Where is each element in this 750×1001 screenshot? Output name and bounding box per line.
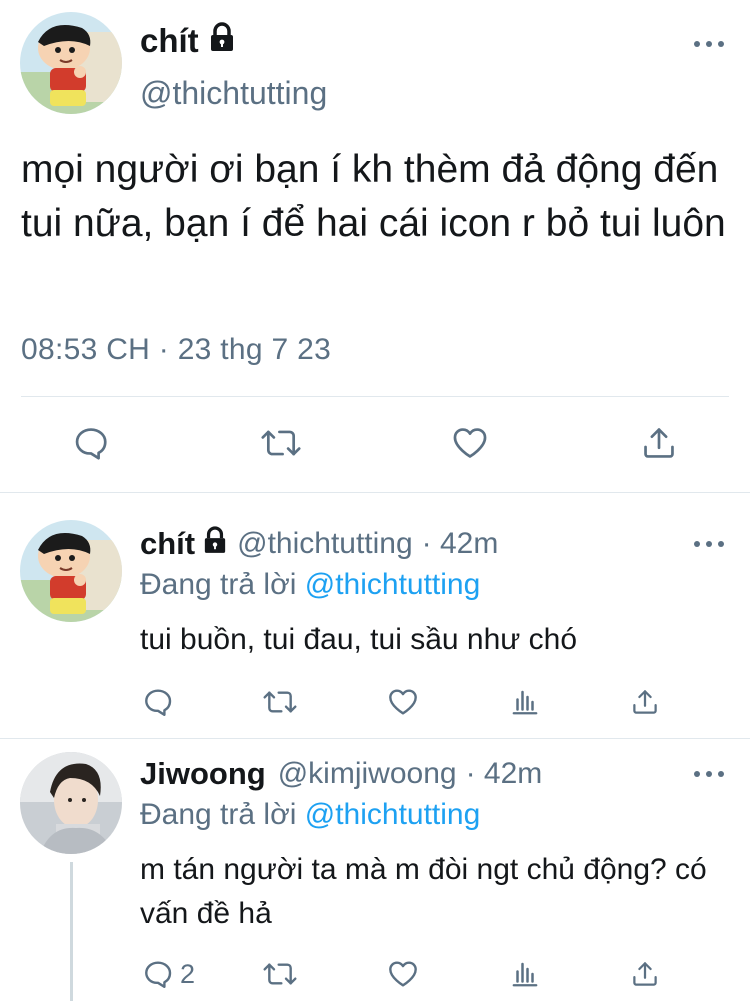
like-icon bbox=[389, 961, 417, 987]
share-icon bbox=[644, 428, 674, 458]
share-button[interactable] bbox=[640, 424, 678, 462]
retweet-icon bbox=[263, 963, 297, 985]
replying-to: Đang trả lời @thichtutting bbox=[140, 798, 480, 832]
more-options-icon[interactable] bbox=[694, 764, 724, 784]
share-button[interactable] bbox=[630, 958, 660, 990]
reply-button[interactable] bbox=[142, 686, 174, 718]
main-author-handle[interactable]: @thichtutting bbox=[140, 75, 327, 112]
reply-author-name[interactable]: Jiwoong bbox=[140, 756, 266, 792]
retweet-icon bbox=[261, 430, 301, 456]
share-icon bbox=[633, 962, 657, 986]
reply-header: chít @thichtutting · 42m bbox=[140, 526, 498, 562]
replying-to-label: Đang trả lời bbox=[140, 798, 297, 831]
share-icon bbox=[633, 690, 657, 714]
cartoon-boy-avatar-icon bbox=[20, 520, 122, 622]
reply-author-name[interactable]: chít bbox=[140, 526, 195, 562]
thread-line bbox=[70, 862, 73, 1001]
replying-to: Đang trả lời @thichtutting bbox=[140, 568, 480, 602]
analytics-icon bbox=[512, 690, 538, 715]
reply-text: tui buồn, tui đau, tui sầu như chó bbox=[140, 623, 578, 656]
reply-author-handle[interactable]: @kimjiwoong bbox=[278, 757, 457, 791]
divider bbox=[0, 738, 750, 739]
reply-avatar[interactable] bbox=[20, 752, 122, 854]
reply-icon bbox=[145, 961, 172, 988]
tweet-timestamp[interactable]: 08:53 CH · 23 thg 7 23 bbox=[21, 333, 331, 367]
like-button[interactable] bbox=[386, 958, 420, 990]
reply-author-handle[interactable]: @thichtutting bbox=[237, 527, 413, 561]
main-author[interactable]: chít bbox=[140, 22, 235, 60]
reply-time[interactable]: · 42m bbox=[422, 527, 499, 561]
cartoon-boy-avatar-icon bbox=[20, 12, 122, 114]
reply-text: m tán người ta mà m đòi ngt chủ động? có… bbox=[140, 853, 707, 930]
replying-to-link[interactable]: @thichtutting bbox=[305, 568, 481, 601]
reply-button[interactable]: 2 bbox=[142, 958, 195, 990]
share-button[interactable] bbox=[630, 686, 660, 718]
lock-icon bbox=[209, 22, 235, 60]
reply-time[interactable]: · 42m bbox=[466, 757, 543, 791]
reply-icon bbox=[145, 689, 172, 716]
person-photo-avatar-icon bbox=[20, 752, 122, 854]
more-options-icon[interactable] bbox=[694, 34, 724, 54]
main-avatar[interactable] bbox=[20, 12, 122, 114]
like-button[interactable] bbox=[450, 424, 490, 462]
like-icon bbox=[389, 689, 417, 715]
main-author-name[interactable]: chít bbox=[140, 22, 199, 60]
lock-icon bbox=[203, 526, 227, 562]
reply-avatar[interactable] bbox=[20, 520, 122, 622]
analytics-icon bbox=[512, 962, 538, 987]
replying-to-label: Đang trả lời bbox=[140, 568, 297, 601]
retweet-button[interactable] bbox=[262, 686, 298, 718]
more-options-icon[interactable] bbox=[694, 534, 724, 554]
retweet-button[interactable] bbox=[260, 424, 302, 462]
analytics-button[interactable] bbox=[510, 958, 540, 990]
retweet-icon bbox=[263, 691, 297, 713]
analytics-button[interactable] bbox=[510, 686, 540, 718]
reply-icon bbox=[75, 428, 107, 460]
reply-button[interactable] bbox=[72, 424, 110, 462]
tweet-text: mọi người ơi bạn í kh thèm đả động đến t… bbox=[21, 148, 726, 245]
retweet-button[interactable] bbox=[262, 958, 298, 990]
divider bbox=[0, 492, 750, 493]
like-button[interactable] bbox=[386, 686, 420, 718]
like-icon bbox=[453, 428, 487, 458]
reply-count: 2 bbox=[180, 958, 196, 989]
divider bbox=[21, 396, 729, 397]
reply-header: Jiwoong @kimjiwoong · 42m bbox=[140, 756, 542, 792]
replying-to-link[interactable]: @thichtutting bbox=[305, 798, 481, 831]
